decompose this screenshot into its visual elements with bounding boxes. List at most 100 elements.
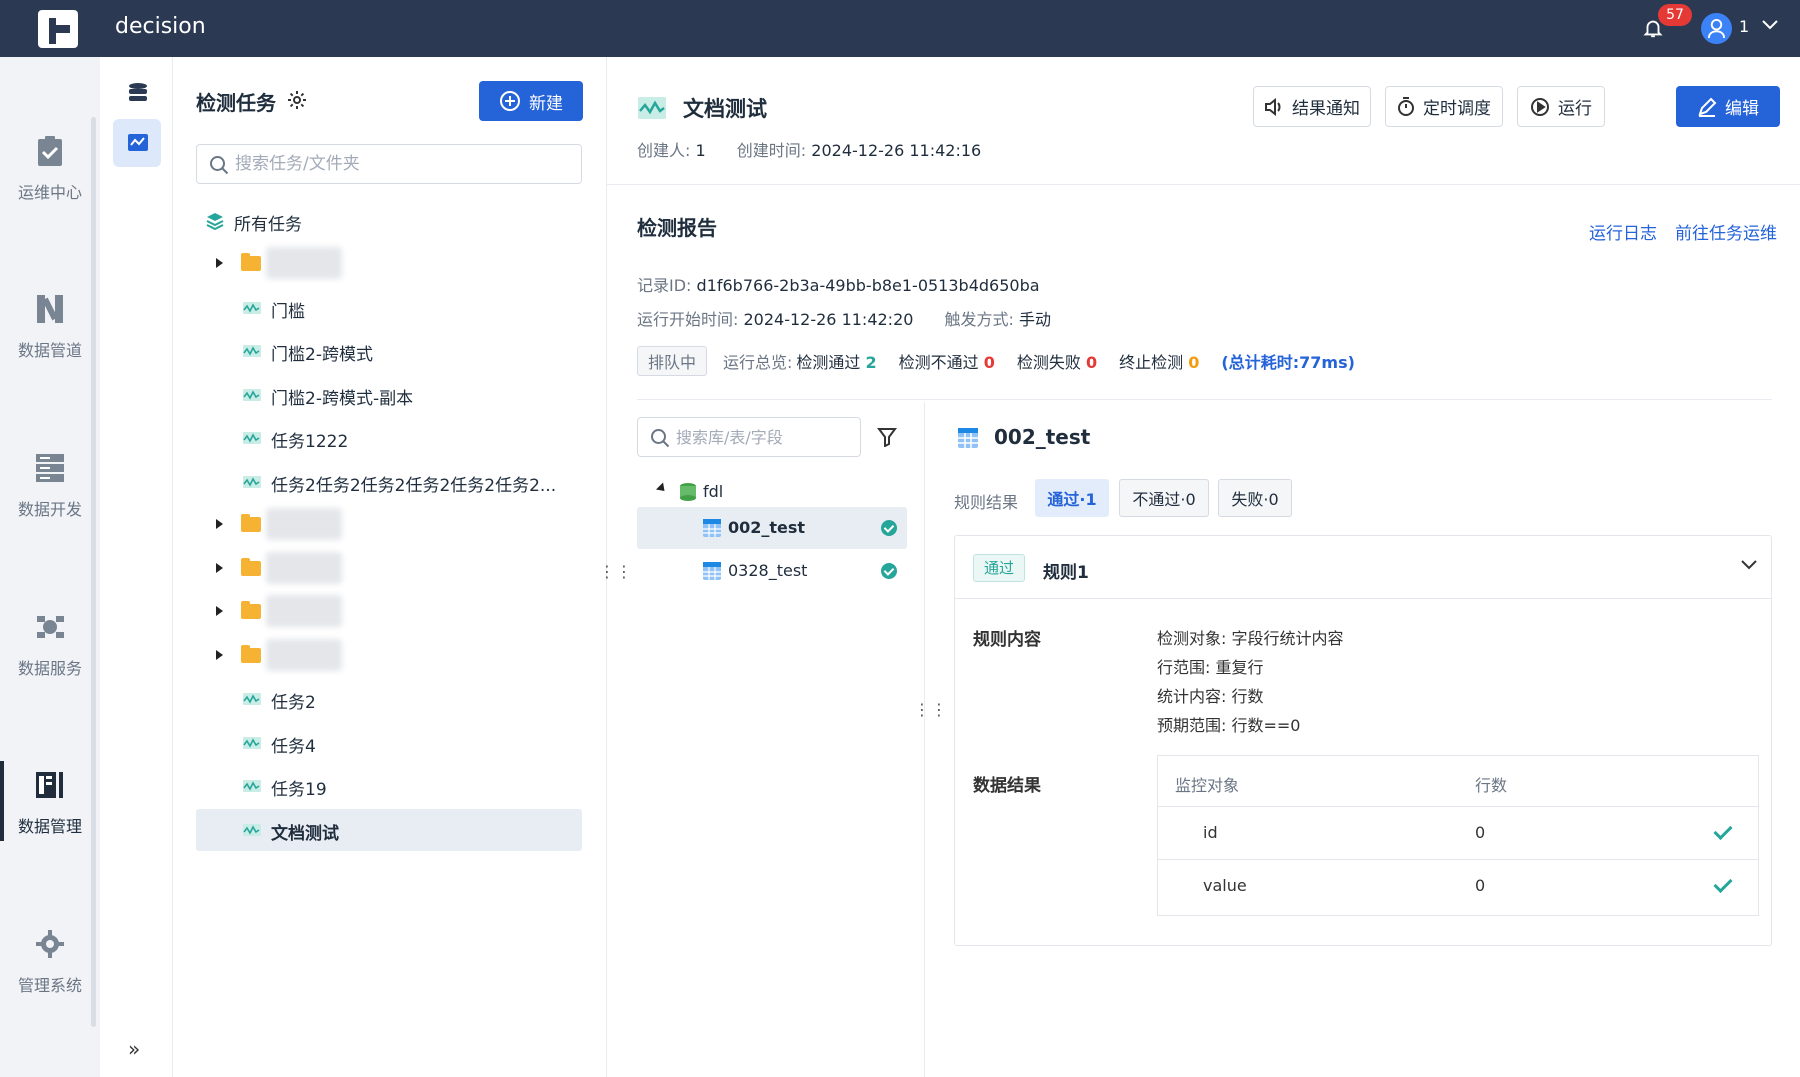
tree-task[interactable]: 任务1222 <box>196 417 582 459</box>
user-avatar[interactable] <box>1701 13 1732 44</box>
app-title: decision <box>115 14 206 39</box>
new-task-button[interactable]: 新建 <box>479 81 583 121</box>
nav-item-data-management[interactable]: 数据管理 <box>0 741 100 851</box>
creator-value: 1 <box>695 141 706 160</box>
pencil-icon <box>1698 97 1717 117</box>
nav-item-dev[interactable]: 数据开发 <box>0 424 100 534</box>
pass-status-icon <box>881 520 897 536</box>
tree-folder[interactable] <box>196 243 582 285</box>
tree-folder[interactable] <box>196 591 582 633</box>
tree-task[interactable]: 任务2 <box>196 678 582 720</box>
tree-task[interactable]: 任务4 <box>196 722 582 764</box>
resize-handle-icon[interactable]: ⋮⋮ <box>914 702 948 718</box>
tree-folder[interactable] <box>196 548 582 590</box>
tree-folder[interactable] <box>196 635 582 677</box>
result-notify-button[interactable]: 结果通知 <box>1253 86 1371 127</box>
table-node[interactable]: 002_test <box>637 507 907 549</box>
gear-icon[interactable] <box>287 90 307 110</box>
tree-folder[interactable] <box>196 504 582 546</box>
folder-icon <box>241 601 261 619</box>
check-icon <box>1713 873 1733 894</box>
quality-check-icon <box>243 475 261 488</box>
chevron-down-icon[interactable] <box>1741 560 1757 570</box>
folder-icon <box>241 644 261 663</box>
nav-item-service[interactable]: 数据服务 <box>0 583 100 693</box>
filter-error-pill[interactable]: 失败·0 <box>1218 479 1292 517</box>
caret-right-icon[interactable] <box>216 606 223 616</box>
fail-summary: 检测不通过 0 <box>898 353 995 372</box>
resize-handle-icon[interactable]: ⋮⋮ <box>599 564 633 580</box>
clipboard-check-icon <box>38 136 62 166</box>
quality-check-icon <box>243 345 261 357</box>
tree-task[interactable]: 门槛2-跨模式 <box>196 330 582 372</box>
search-icon <box>210 156 229 175</box>
caret-down-icon[interactable] <box>655 482 669 495</box>
server-rack-icon <box>36 454 64 482</box>
tree-task[interactable]: 任务19 <box>196 765 582 807</box>
tree-root[interactable]: 所有任务 <box>196 200 582 242</box>
column-header: 行数 <box>1475 776 1508 795</box>
task-label: 任务1222 <box>271 432 349 452</box>
filter-pass-pill[interactable]: 通过·1 <box>1035 479 1109 517</box>
double-chevron-right-icon[interactable]: » <box>128 1037 140 1061</box>
stop-summary: 终止检测 0 <box>1119 353 1200 372</box>
filter-fail-pill[interactable]: 不通过·0 <box>1119 479 1209 517</box>
data-management-icon <box>36 772 63 798</box>
rule-result-label: 规则结果 <box>954 493 1019 512</box>
task-meta: 创建人: 1 创建时间: 2024-12-26 11:42:16 <box>637 137 981 161</box>
left-nav: 运维中心 数据管道 数据开发 数据服务 数据管理 管理系统 <box>0 57 100 1077</box>
rule-header[interactable]: 通过 规则1 <box>955 536 1771 599</box>
created-label: 创建时间: <box>736 141 807 160</box>
database-icon[interactable] <box>126 81 150 105</box>
redacted-label <box>266 551 342 584</box>
tree-task[interactable]: 门槛2-跨模式-副本 <box>196 374 582 416</box>
record-id-value: d1f6b766-2b3a-49bb-b8e1-0513b4d650ba <box>696 276 1040 295</box>
tree-task[interactable]: 门槛 <box>196 287 582 329</box>
table-search-input[interactable] <box>676 424 856 450</box>
tree-task[interactable]: 任务2任务2任务2任务2任务2任务2... <box>196 461 582 503</box>
task-title: 文档测试 <box>683 97 767 121</box>
queue-status-tag: 排队中 <box>637 346 708 376</box>
nav-item-ops[interactable]: 运维中心 <box>0 107 100 217</box>
filter-icon[interactable] <box>877 427 897 447</box>
monitor-object: id <box>1203 823 1218 842</box>
user-name[interactable]: 1 <box>1739 17 1749 36</box>
table-node[interactable]: 0328_test <box>637 550 907 592</box>
caret-right-icon[interactable] <box>216 258 223 268</box>
created-value: 2024-12-26 11:42:16 <box>811 141 982 160</box>
notification-badge: 57 <box>1658 4 1692 26</box>
run-log-link[interactable]: 运行日志 <box>1589 219 1657 244</box>
chevron-down-icon[interactable] <box>1762 20 1778 30</box>
nav-scrollbar[interactable] <box>91 117 96 1027</box>
schedule-label: 定时调度 <box>1423 99 1491 119</box>
summary-label: 运行总览: <box>723 353 793 372</box>
caret-right-icon[interactable] <box>216 562 223 573</box>
run-summary: 排队中 运行总览: 检测通过 2 检测不通过 0 检测失败 0 终止检测 0 (… <box>637 346 1355 376</box>
task-label: 任务2任务2任务2任务2任务2任务2... <box>271 475 557 496</box>
go-to-ops-link[interactable]: 前往任务运维 <box>1675 219 1777 244</box>
edit-label: 编辑 <box>1725 99 1759 119</box>
caret-right-icon[interactable] <box>216 519 223 529</box>
layers-icon <box>206 213 224 230</box>
data-result-label: 数据结果 <box>973 776 1041 796</box>
caret-right-icon[interactable] <box>216 649 223 660</box>
tree-task[interactable]: 文档测试 <box>196 808 582 851</box>
run-button[interactable]: 运行 <box>1517 86 1605 127</box>
task-header: 文档测试 创建人: 1 创建时间: 2024-12-26 11:42:16 结果… <box>607 57 1800 185</box>
task-search-input[interactable] <box>235 151 565 177</box>
table-label: 002_test <box>728 518 806 537</box>
top-bar: decision 57 1 <box>0 0 1800 57</box>
nav-item-admin[interactable]: 管理系统 <box>0 900 100 1010</box>
timer-icon <box>1398 96 1414 116</box>
quality-check-icon <box>243 823 261 836</box>
schedule-button[interactable]: 定时调度 <box>1385 86 1503 127</box>
start-time-label: 运行开始时间: <box>637 310 739 329</box>
edit-button[interactable]: 编辑 <box>1676 86 1780 127</box>
column-header: 监控对象 <box>1175 776 1240 795</box>
nav-label: 运维中心 <box>17 183 82 202</box>
nav-item-pipeline[interactable]: 数据管道 <box>0 265 100 375</box>
task-label: 门槛 <box>271 301 305 322</box>
db-node[interactable]: fdl <box>637 472 907 512</box>
app-logo[interactable] <box>38 10 78 48</box>
nav-label: 数据服务 <box>17 659 82 678</box>
